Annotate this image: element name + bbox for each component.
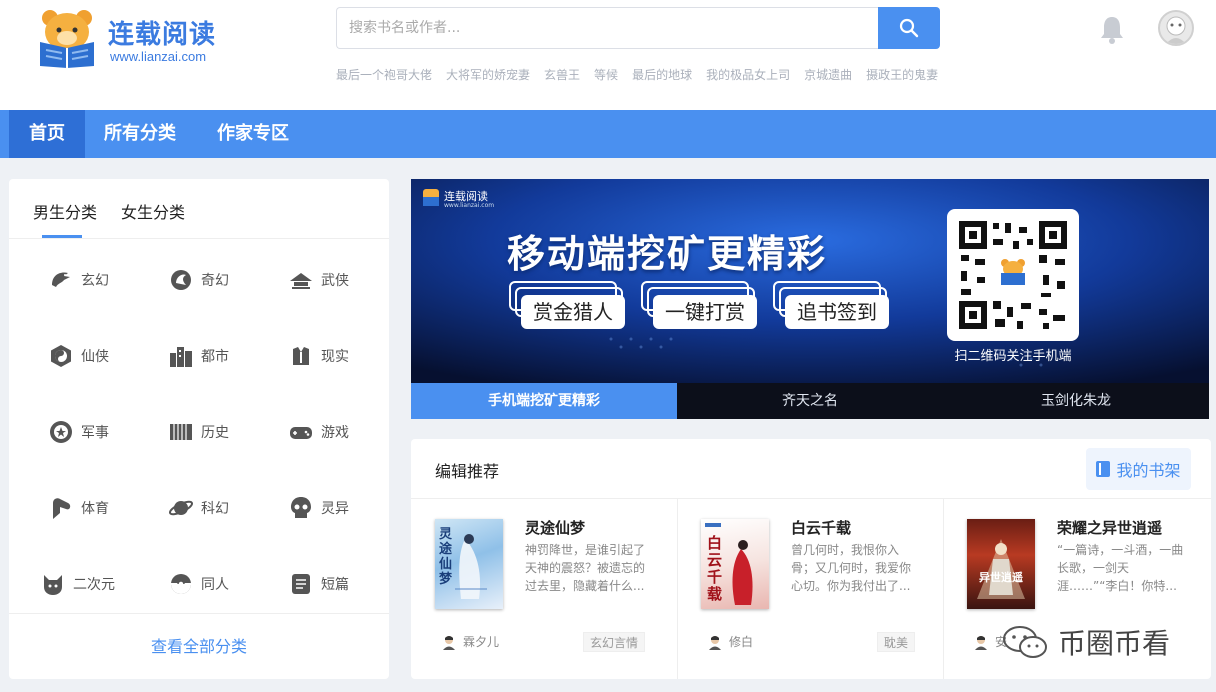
book-cover[interactable]: 异世逍遥	[967, 519, 1035, 609]
document-icon	[287, 570, 315, 598]
section-title: 编辑推荐	[435, 462, 500, 481]
hat-icon	[287, 266, 315, 294]
nav-home[interactable]: 首页	[9, 110, 85, 158]
scroll-icon	[167, 418, 195, 446]
active-tab-indicator	[42, 235, 82, 238]
badge-icon	[47, 418, 75, 446]
bell-icon[interactable]	[1098, 14, 1126, 44]
category-panel: 男生分类 女生分类 玄幻 奇幻 武侠 仙侠 都市 现实 军事 历史 游戏 体育 …	[9, 179, 389, 679]
book-card[interactable]: 白云千载 白云千载 曾几何时，我恨你入骨；又几何时，我爱你心切。你为我付出了..…	[677, 499, 943, 679]
city-icon	[167, 342, 195, 370]
book-description: 神罚降世，是谁引起了天神的震怒？被遗忘的过去里，隐藏着什么...	[525, 543, 646, 593]
search-icon	[899, 18, 919, 38]
hot-search-link[interactable]: 等候	[594, 66, 618, 82]
qr-code	[947, 209, 1079, 341]
book-author[interactable]: 霖夕儿	[441, 633, 499, 650]
nav-author-zone[interactable]: 作家专区	[205, 110, 301, 158]
hot-search-link[interactable]: 摄政王的鬼妻	[866, 66, 938, 82]
banner-tabs: 手机端挖矿更精彩 齐天之名 玉剑化朱龙	[411, 383, 1209, 419]
genre-tag[interactable]: 耽美	[877, 632, 916, 652]
category-xianxia[interactable]: 仙侠	[47, 341, 147, 371]
hot-search-link[interactable]: 玄兽王	[544, 66, 580, 82]
hot-search-link[interactable]: 大将军的娇宠妻	[446, 66, 530, 82]
author-avatar-icon	[709, 635, 721, 650]
muscle-icon	[47, 494, 75, 522]
my-bookshelf-button[interactable]: 我的书架	[1086, 448, 1191, 490]
brand-name: 连载阅读	[108, 20, 217, 50]
category-xianshi[interactable]: 现实	[287, 341, 387, 371]
hot-search-list: 最后一个袍哥大佬 大将军的娇宠妻 玄兽王 等候 最后的地球 我的极品女上司 京城…	[336, 66, 938, 82]
book-card[interactable]: 灵途仙梦 灵途仙梦 神罚降世，是谁引起了天神的震怒？被遗忘的过去里，隐藏着什么.…	[411, 499, 677, 679]
banner-headline: 移动端挖矿更精彩	[507, 232, 828, 276]
category-kehuan[interactable]: 科幻	[167, 493, 267, 523]
author-avatar-icon	[443, 635, 455, 650]
book-description: 曾几何时，我恨你入骨；又几何时，我爱你心切。你为我付出了...	[791, 543, 912, 593]
genre-tag[interactable]: 玄幻言情	[583, 632, 646, 652]
tab-male-categories[interactable]: 男生分类	[33, 199, 97, 223]
recommend-header: 编辑推荐 我的书架	[411, 439, 1211, 499]
book-cover[interactable]: 灵途仙梦	[435, 519, 503, 609]
feature-badge: 赏金猎人	[509, 281, 629, 331]
category-wuxia[interactable]: 武侠	[287, 265, 387, 295]
category-xuanhuan[interactable]: 玄幻	[47, 265, 147, 295]
skull-icon	[287, 494, 315, 522]
feature-badge: 一键打赏	[641, 281, 761, 331]
wechat-watermark: 币圈币看	[1002, 622, 1170, 662]
book-title[interactable]: 白云千载	[791, 517, 851, 538]
header: 连载阅读 www.lianzai.com 最后一个袍哥大佬 大将军的娇宠妻 玄兽…	[0, 0, 1216, 110]
view-all-categories-link[interactable]: 查看全部分类	[9, 613, 389, 679]
qr-caption: 扫二维码关注手机端	[954, 349, 1072, 364]
wechat-icon	[1003, 626, 1047, 658]
category-erciyuan[interactable]: 二次元	[39, 569, 139, 599]
category-tongren[interactable]: 同人	[167, 569, 267, 599]
gamepad-icon	[287, 418, 315, 446]
book-cover[interactable]: 白云千载	[701, 519, 769, 609]
pokeball-icon	[167, 570, 195, 598]
griffin-icon	[167, 266, 195, 294]
feature-badge: 追书签到	[773, 281, 893, 331]
main-nav: 首页 所有分类 作家专区	[0, 110, 1216, 158]
hot-search-link[interactable]: 最后一个袍哥大佬	[336, 66, 432, 82]
banner-tab[interactable]: 手机端挖矿更精彩	[411, 383, 677, 419]
gender-tabs: 男生分类 女生分类	[9, 179, 389, 239]
user-avatar[interactable]	[1158, 10, 1194, 46]
category-lishi[interactable]: 历史	[167, 417, 267, 447]
category-junshi[interactable]: 军事	[47, 417, 147, 447]
search-bar	[336, 7, 940, 49]
search-input[interactable]	[336, 7, 879, 49]
hot-search-link[interactable]: 最后的地球	[632, 66, 692, 82]
book-description: “一篇诗，一斗酒，一曲长歌，一剑天涯……”“李白！你特...	[1057, 543, 1184, 593]
cat-icon	[39, 570, 67, 598]
book-author[interactable]: 修白	[707, 633, 753, 650]
category-duanpian[interactable]: 短篇	[287, 569, 387, 599]
category-lingyi[interactable]: 灵异	[287, 493, 387, 523]
category-tiyu[interactable]: 体育	[47, 493, 147, 523]
promo-banner[interactable]: 连载阅读 www.lianzai.com 移动端挖矿更精彩 赏金猎人 一键打赏 …	[411, 179, 1209, 419]
banner-tab[interactable]: 齐天之名	[677, 383, 943, 419]
category-qihuan[interactable]: 奇幻	[167, 265, 267, 295]
category-dushi[interactable]: 都市	[167, 341, 267, 371]
book-title[interactable]: 荣耀之异世逍遥	[1057, 517, 1162, 538]
book-title[interactable]: 灵途仙梦	[525, 517, 585, 538]
banner-tab[interactable]: 玉剑化朱龙	[943, 383, 1209, 419]
yin-yang-icon	[47, 342, 75, 370]
category-youxi[interactable]: 游戏	[287, 417, 387, 447]
dragon-icon	[47, 266, 75, 294]
avatar-face-icon	[1166, 16, 1186, 44]
banner-logo-url: www.lianzai.com	[444, 202, 495, 209]
suit-icon	[287, 342, 315, 370]
cover-art	[977, 539, 1025, 599]
hot-search-link[interactable]: 京城遗曲	[804, 66, 852, 82]
search-button[interactable]	[878, 7, 940, 49]
qr-code-icon	[959, 221, 1067, 329]
nav-all-categories[interactable]: 所有分类	[92, 110, 188, 158]
site-logo[interactable]: 连载阅读 www.lianzai.com	[36, 8, 236, 68]
book-icon	[1096, 461, 1111, 477]
planet-icon	[167, 494, 195, 522]
bear-logo-icon	[40, 10, 94, 68]
tab-female-categories[interactable]: 女生分类	[121, 199, 185, 223]
author-avatar-icon	[975, 635, 987, 650]
hot-search-link[interactable]: 我的极品女上司	[706, 66, 790, 82]
brand-url: www.lianzai.com	[110, 49, 207, 64]
